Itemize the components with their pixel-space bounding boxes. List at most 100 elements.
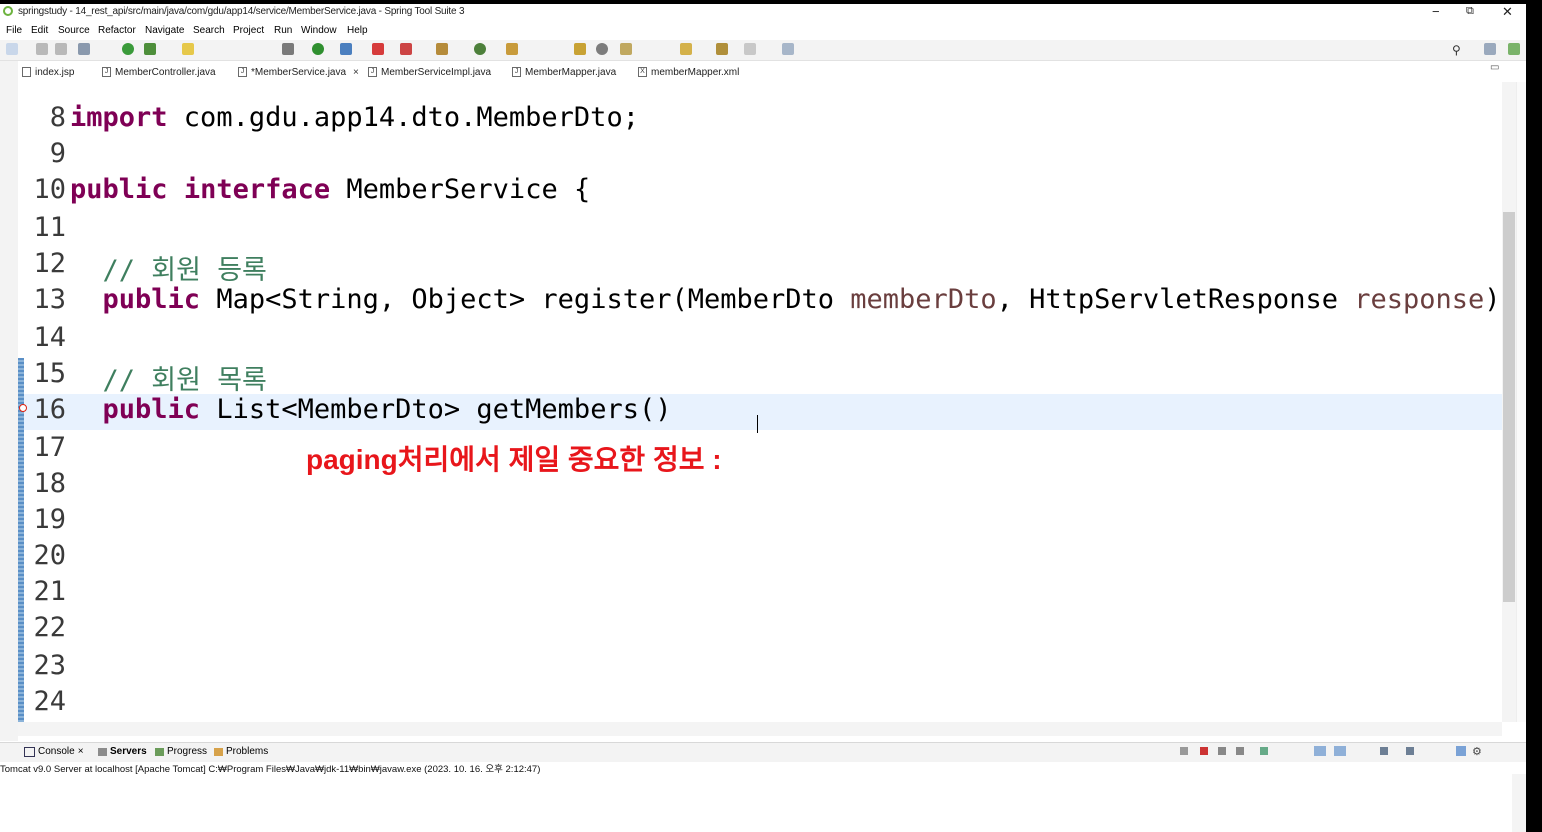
line-number: 21	[33, 576, 66, 607]
tab-label: Problems	[226, 746, 269, 757]
save-all-icon[interactable]	[55, 43, 67, 55]
code-token: interface	[183, 174, 331, 205]
open-console-dropdown-icon[interactable]	[1406, 747, 1414, 755]
tab-progress[interactable]: Progress	[155, 746, 207, 757]
display-console-icon[interactable]	[1380, 747, 1388, 755]
console-output[interactable]	[18, 774, 1512, 832]
new-class-icon[interactable]	[474, 43, 486, 55]
code-editor[interactable]: 78import com.gdu.app14.dto.MemberDto;910…	[18, 82, 1502, 722]
spring-console-icon[interactable]	[1456, 746, 1466, 756]
code-token: public	[102, 284, 201, 315]
tab-index-jsp[interactable]: index.jsp	[22, 64, 74, 80]
text-cursor-icon	[757, 415, 758, 433]
save-icon[interactable]	[36, 43, 48, 55]
menu-search[interactable]: Search	[193, 25, 225, 36]
menu-edit[interactable]: Edit	[31, 25, 48, 36]
scroll-lock-icon[interactable]	[1260, 747, 1268, 755]
pin-console-icon[interactable]	[1180, 747, 1188, 755]
menu-run[interactable]: Run	[274, 25, 292, 36]
forward-icon[interactable]	[744, 43, 756, 55]
code-token: MemberService {	[330, 174, 591, 205]
tab-member-service[interactable]: J *MemberService.java ×	[238, 64, 359, 80]
stop-icon[interactable]	[372, 43, 384, 55]
code-token: public	[102, 394, 201, 425]
run-icon[interactable]	[312, 43, 324, 55]
minimize-editor-icon[interactable]: ▭	[1490, 62, 1499, 73]
line-number: 20	[33, 540, 66, 571]
line-number: 9	[49, 138, 66, 169]
search-icon[interactable]: ⚲	[1452, 43, 1464, 57]
restore-button[interactable]: ⧉	[1466, 5, 1474, 18]
editor-horizontal-scrollbar[interactable]	[18, 722, 1502, 736]
tab-member-mapper-java[interactable]: J MemberMapper.java	[512, 64, 616, 80]
tab-label: MemberServiceImpl.java	[381, 66, 492, 78]
java-file-icon: J	[102, 67, 111, 77]
tab-console[interactable]: Console ×	[24, 746, 84, 757]
tab-servers[interactable]: Servers	[98, 746, 147, 757]
close-button[interactable]: ✕	[1502, 4, 1513, 20]
line-number: 18	[33, 468, 66, 499]
spring-boot-icon[interactable]	[122, 43, 134, 55]
external-tools-icon[interactable]	[400, 43, 412, 55]
code-token: public	[70, 174, 168, 205]
pin-editor-icon[interactable]	[782, 43, 794, 55]
new-icon[interactable]	[6, 43, 18, 55]
back-icon[interactable]	[716, 43, 728, 55]
tab-member-service-impl[interactable]: J MemberServiceImpl.java	[368, 64, 491, 80]
minimize-button[interactable]: −	[1432, 4, 1440, 19]
code-line: // 회원 목록	[70, 358, 267, 397]
tab-close-icon[interactable]: ×	[78, 746, 84, 757]
window-title: springstudy - 14_rest_api/src/main/java/…	[18, 6, 465, 17]
spring-logo-icon	[3, 6, 13, 16]
jsp-file-icon	[22, 67, 31, 77]
show-on-error-icon[interactable]	[1334, 746, 1346, 756]
code-line: public Map<String, Object> register(Memb…	[70, 284, 1502, 315]
menu-refactor[interactable]: Refactor	[98, 25, 136, 36]
menu-window[interactable]: Window	[301, 25, 337, 36]
last-edit-icon[interactable]	[680, 43, 692, 55]
code-token: List<MemberDto> getMembers()	[200, 394, 672, 425]
line-number: 17	[33, 432, 66, 463]
code-token: );	[1484, 284, 1502, 315]
menu-help[interactable]: Help	[347, 25, 368, 36]
menu-source[interactable]: Source	[58, 25, 90, 36]
editor-scroll-thumb[interactable]	[1503, 212, 1515, 602]
open-console-icon[interactable]	[78, 43, 90, 55]
tab-close-icon[interactable]: ×	[353, 67, 359, 78]
gear-icon[interactable]: ⚙	[1472, 745, 1482, 758]
menu-file[interactable]: File	[6, 25, 22, 36]
code-token: Map<String, Object> register(MemberDto	[200, 284, 851, 315]
menu-navigate[interactable]: Navigate	[145, 25, 184, 36]
tab-member-mapper-xml[interactable]: X memberMapper.xml	[638, 64, 739, 80]
new-java-project-icon[interactable]	[436, 43, 448, 55]
servers-icon	[98, 747, 107, 756]
menu-project[interactable]: Project	[233, 25, 264, 36]
tab-label: *MemberService.java	[251, 66, 347, 78]
terminate-icon[interactable]	[1200, 747, 1208, 755]
console-status-line: Tomcat v9.0 Server at localhost [Apache …	[0, 764, 541, 775]
line-number: 15	[33, 358, 66, 389]
java-file-icon: J	[238, 67, 247, 77]
open-perspective-icon[interactable]	[1484, 43, 1496, 55]
overlay-annotation: paging처리에서 제일 중요한 정보 :	[306, 444, 722, 475]
refresh-icon[interactable]	[144, 43, 156, 55]
show-on-output-icon[interactable]	[1314, 746, 1326, 756]
highlight-icon[interactable]	[182, 43, 194, 55]
debug-icon[interactable]	[282, 43, 294, 55]
tab-label: MemberMapper.java	[525, 66, 617, 78]
search-tool-icon[interactable]	[596, 43, 608, 55]
remove-launch-icon[interactable]	[1218, 747, 1226, 755]
open-type-icon[interactable]	[506, 43, 518, 55]
coverage-icon[interactable]	[340, 43, 352, 55]
console-scrollbar[interactable]	[1512, 774, 1526, 832]
remove-all-icon[interactable]	[1236, 747, 1244, 755]
line-number: 24	[33, 686, 66, 717]
next-annotation-icon[interactable]	[620, 43, 632, 55]
tab-member-controller[interactable]: J MemberController.java	[102, 64, 216, 80]
toolbar: ⚲	[0, 40, 1542, 61]
spring-perspective-icon[interactable]	[1508, 43, 1520, 55]
tab-label: Console	[38, 746, 75, 757]
tab-problems[interactable]: Problems	[214, 746, 268, 757]
task-icon[interactable]	[574, 43, 586, 55]
